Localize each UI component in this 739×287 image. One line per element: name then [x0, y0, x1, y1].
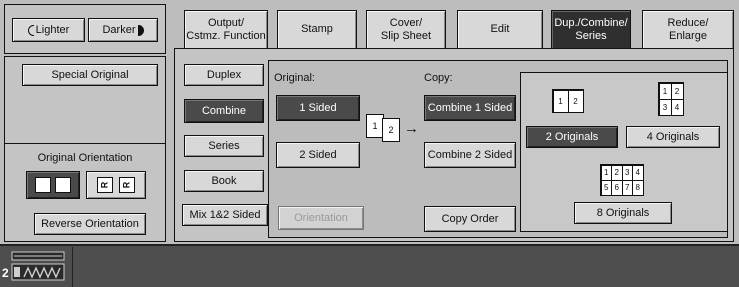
tab-stamp[interactable]: Stamp — [277, 10, 357, 48]
special-original-button[interactable]: Special Original — [22, 64, 158, 86]
combine-two-label: Combine 2 Sided — [427, 148, 513, 161]
two-sided-label: 2 Sided — [299, 148, 337, 161]
tab-edit[interactable]: Edit — [457, 10, 543, 48]
lighter-button[interactable]: Lighter — [12, 18, 85, 42]
orientation-readable-button[interactable]: R R — [26, 171, 80, 199]
one-sided-label: 1 Sided — [299, 101, 337, 114]
darker-button[interactable]: Darker — [88, 18, 158, 42]
book-button[interactable]: Book — [184, 170, 264, 192]
tab-output-custom-function[interactable]: Output/ Cstmz. Function — [184, 10, 268, 48]
eight-up-icon: 1 2 3 4 5 6 7 8 — [600, 164, 644, 196]
reverse-orientation-label: Reverse Orientation — [41, 217, 139, 230]
mode-label: Series — [208, 139, 240, 152]
tab-label: Cover/ Slip Sheet — [380, 16, 432, 42]
eight-originals-button[interactable]: 8 Originals — [574, 202, 672, 224]
mode-label: Duplex — [206, 68, 242, 81]
duplex-button[interactable]: Duplex — [184, 64, 264, 86]
orientation-unreadable-button[interactable]: R R — [86, 171, 146, 199]
two-up-icon: 1 2 — [552, 89, 584, 113]
combine-one-label: Combine 1 Sided — [427, 101, 513, 114]
arrow-right-icon: → — [404, 120, 419, 137]
two-originals-button[interactable]: 2 Originals — [526, 126, 618, 148]
page-number: 2 — [670, 82, 684, 100]
page-number: 1 — [552, 89, 569, 113]
mode-label: Combine — [201, 104, 247, 117]
upright-sheet-icon: R — [35, 177, 51, 193]
half-circle-left-icon — [27, 24, 34, 36]
combine-two-sided-button[interactable]: Combine 2 Sided — [424, 142, 516, 168]
status-divider — [72, 247, 73, 287]
tab-label: Reduce/ Enlarge — [667, 16, 709, 42]
page-two-icon: 2 — [382, 118, 400, 142]
status-bar — [0, 244, 739, 287]
page-number: 2 — [567, 89, 584, 113]
four-originals-button[interactable]: 4 Originals — [626, 126, 720, 148]
combine-button[interactable]: Combine — [184, 99, 264, 123]
rotated-sheet-icon: R — [97, 177, 113, 193]
orient-glyph: R — [59, 179, 67, 190]
two-originals-label: 2 Originals — [545, 130, 599, 143]
tab-label: Output/ Cstmz. Function — [186, 16, 266, 42]
tab-label: Edit — [490, 23, 510, 36]
four-originals-label: 4 Originals — [646, 130, 700, 143]
darker-label: Darker — [102, 23, 136, 36]
copy-order-label: Copy Order — [441, 212, 499, 225]
rotated-sheet-icon: R — [119, 177, 135, 193]
page-number: 2 — [388, 125, 394, 135]
series-button[interactable]: Series — [184, 135, 264, 157]
orient-glyph: R — [99, 181, 110, 189]
tab-label: Stamp — [301, 23, 333, 36]
mode-label: Book — [211, 174, 237, 187]
orientation-button[interactable]: Orientation — [278, 206, 364, 230]
combine-one-sided-button[interactable]: Combine 1 Sided — [424, 95, 516, 121]
tab-label: Dup./Combine/ Series — [554, 16, 628, 42]
upright-sheet-icon: R — [55, 177, 71, 193]
paper-tray-graphic — [11, 251, 65, 281]
reverse-orientation-button[interactable]: Reverse Orientation — [34, 213, 146, 235]
tray-number: 2 — [2, 266, 9, 280]
orient-glyph: R — [39, 179, 47, 190]
copy-title: Copy: — [424, 72, 453, 84]
tab-reduce-enlarge[interactable]: Reduce/ Enlarge — [642, 10, 734, 48]
two-sided-original-button[interactable]: 2 Sided — [276, 142, 360, 168]
four-up-icon: 1 2 3 4 — [658, 82, 684, 116]
half-circle-right-icon — [137, 24, 144, 36]
copy-order-button[interactable]: Copy Order — [424, 206, 516, 232]
orient-glyph: R — [121, 181, 132, 189]
eight-originals-label: 8 Originals — [596, 206, 650, 219]
page-number: 4 — [632, 164, 644, 181]
mode-label: Mix 1&2 Sided — [189, 208, 261, 221]
mix-1-2-sided-button[interactable]: Mix 1&2 Sided — [182, 204, 268, 226]
separator-line — [4, 143, 166, 144]
lighter-label: Lighter — [35, 23, 70, 36]
page-number: 8 — [632, 179, 644, 196]
page-number: 4 — [670, 98, 684, 116]
tab-cover-slip-sheet[interactable]: Cover/ Slip Sheet — [366, 10, 446, 48]
tab-dup-combine-series[interactable]: Dup./Combine/ Series — [551, 10, 631, 48]
one-sided-original-button[interactable]: 1 Sided — [276, 95, 360, 121]
orientation-label: Orientation — [294, 211, 348, 224]
original-title: Original: — [274, 72, 315, 84]
original-orientation-title: Original Orientation — [37, 152, 133, 164]
page-number: 1 — [372, 121, 378, 131]
paper-tray-icon — [4, 250, 68, 284]
special-original-label: Special Original — [51, 68, 129, 81]
